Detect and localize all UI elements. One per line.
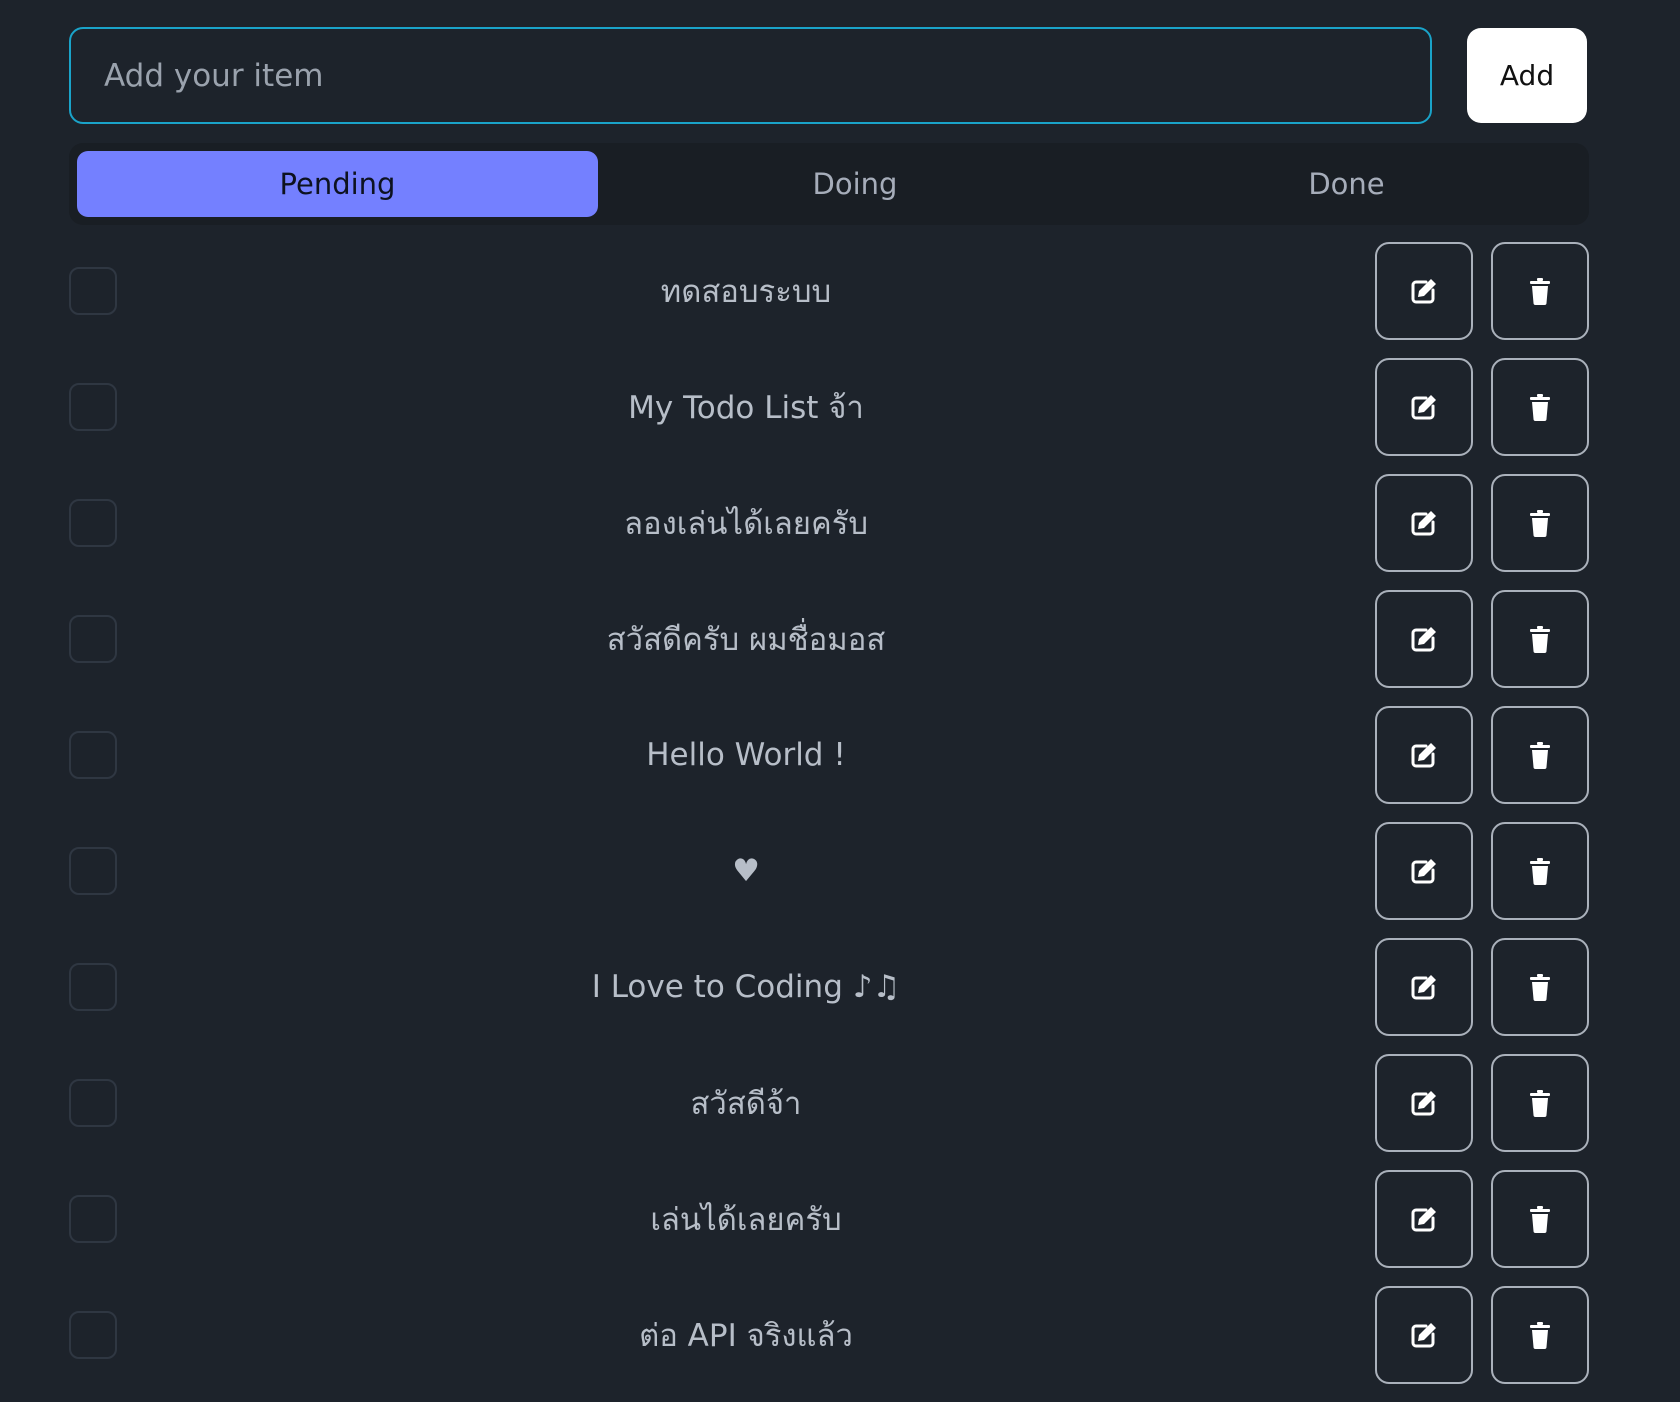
todo-text: สวัสดีครับ ผมชื่อมอส (606, 622, 886, 658)
todo-checkbox[interactable] (69, 615, 117, 663)
todo-checkbox[interactable] (69, 847, 117, 895)
pencil-square-icon (1411, 627, 1436, 652)
todo-checkbox[interactable] (69, 1079, 117, 1127)
todo-text: ♥ (732, 853, 760, 889)
edit-button[interactable] (1375, 706, 1473, 804)
edit-button[interactable] (1375, 1054, 1473, 1152)
pencil-square-icon (1411, 1323, 1436, 1348)
todo-checkbox[interactable] (69, 499, 117, 547)
add-item-form: Add (69, 27, 1587, 124)
todo-text: I Love to Coding ♪♫ (591, 969, 901, 1005)
todo-item: Hello World ! (0, 706, 1680, 822)
edit-button[interactable] (1375, 938, 1473, 1036)
pencil-square-icon (1411, 395, 1436, 420)
add-item-input[interactable] (69, 27, 1432, 124)
todo-item: ทดสอบระบบ (0, 242, 1680, 358)
edit-button[interactable] (1375, 1286, 1473, 1384)
pencil-square-icon (1411, 859, 1436, 884)
pencil-square-icon (1411, 1091, 1436, 1116)
delete-button[interactable] (1491, 1170, 1589, 1268)
todo-checkbox[interactable] (69, 963, 117, 1011)
todo-item: ♥ (0, 822, 1680, 938)
todo-item: เล่นได้เลยครับ (0, 1170, 1680, 1286)
edit-button[interactable] (1375, 358, 1473, 456)
todo-app: Add Pending Doing Done ทดสอบระบบ (0, 0, 1680, 1400)
todo-list: ทดสอบระบบ My Todo List จ้า ลองเล่นได้เลย… (0, 242, 1680, 1402)
delete-button[interactable] (1491, 358, 1589, 456)
trash-icon (1530, 510, 1550, 537)
todo-item: I Love to Coding ♪♫ (0, 938, 1680, 1054)
delete-button[interactable] (1491, 938, 1589, 1036)
pencil-square-icon (1411, 511, 1436, 536)
todo-text: My Todo List จ้า (628, 390, 864, 426)
todo-text: ทดสอบระบบ (660, 274, 832, 310)
trash-icon (1530, 858, 1550, 885)
todo-checkbox[interactable] (69, 1195, 117, 1243)
todo-checkbox[interactable] (69, 267, 117, 315)
pencil-square-icon (1411, 1207, 1436, 1232)
trash-icon (1530, 394, 1550, 421)
pencil-square-icon (1411, 279, 1436, 304)
todo-item: ลองเล่นได้เลยครับ (0, 474, 1680, 590)
trash-icon (1530, 974, 1550, 1001)
edit-button[interactable] (1375, 242, 1473, 340)
status-tabs: Pending Doing Done (69, 143, 1589, 225)
todo-item: สวัสดีจ้า (0, 1054, 1680, 1170)
edit-button[interactable] (1375, 822, 1473, 920)
trash-icon (1530, 1090, 1550, 1117)
todo-checkbox[interactable] (69, 1311, 117, 1359)
delete-button[interactable] (1491, 822, 1589, 920)
tab-pending[interactable]: Pending (77, 151, 598, 217)
todo-text: เล่นได้เลยครับ (650, 1202, 842, 1238)
todo-item: My Todo List จ้า (0, 358, 1680, 474)
trash-icon (1530, 626, 1550, 653)
edit-button[interactable] (1375, 474, 1473, 572)
delete-button[interactable] (1491, 590, 1589, 688)
delete-button[interactable] (1491, 1054, 1589, 1152)
todo-item: ต่อ API จริงแล้ว (0, 1286, 1680, 1402)
trash-icon (1530, 1322, 1550, 1349)
tab-done[interactable]: Done (1112, 151, 1581, 217)
delete-button[interactable] (1491, 474, 1589, 572)
pencil-square-icon (1411, 975, 1436, 1000)
edit-button[interactable] (1375, 1170, 1473, 1268)
todo-checkbox[interactable] (69, 731, 117, 779)
delete-button[interactable] (1491, 1286, 1589, 1384)
todo-item: สวัสดีครับ ผมชื่อมอส (0, 590, 1680, 706)
todo-text: สวัสดีจ้า (690, 1086, 802, 1122)
tab-doing[interactable]: Doing (598, 151, 1112, 217)
pencil-square-icon (1411, 743, 1436, 768)
add-button[interactable]: Add (1467, 28, 1587, 123)
todo-text: ลองเล่นได้เลยครับ (623, 506, 869, 542)
trash-icon (1530, 278, 1550, 305)
trash-icon (1530, 1206, 1550, 1233)
todo-text: ต่อ API จริงแล้ว (639, 1318, 853, 1354)
edit-button[interactable] (1375, 590, 1473, 688)
trash-icon (1530, 742, 1550, 769)
delete-button[interactable] (1491, 242, 1589, 340)
delete-button[interactable] (1491, 706, 1589, 804)
todo-checkbox[interactable] (69, 383, 117, 431)
todo-text: Hello World ! (646, 737, 846, 773)
